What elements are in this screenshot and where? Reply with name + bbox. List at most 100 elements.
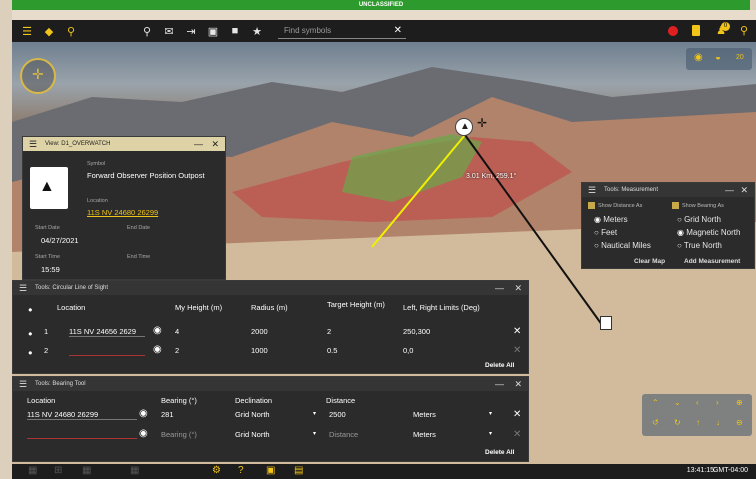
chevron-down-icon[interactable]: ▾ bbox=[313, 430, 316, 437]
units-select[interactable]: Meters bbox=[413, 410, 436, 419]
zoom-level: 20 bbox=[736, 54, 744, 61]
declination-select[interactable]: Grid North bbox=[235, 430, 270, 439]
distance-input[interactable]: Distance bbox=[329, 430, 358, 439]
target-symbol[interactable] bbox=[600, 316, 612, 330]
compass-rose[interactable]: ✛ bbox=[20, 58, 56, 94]
rotate-left-icon[interactable]: ↺ bbox=[652, 418, 659, 427]
menu-icon[interactable]: ☰ bbox=[19, 281, 27, 295]
close-icon[interactable]: ✕ bbox=[514, 377, 522, 391]
rotate-right-icon[interactable]: ↻ bbox=[674, 418, 681, 427]
location-input[interactable] bbox=[27, 438, 137, 439]
pin-icon[interactable]: ⚲ bbox=[136, 25, 158, 38]
status-bar: ▦ ⊞ ▦ ▦ ⚙ ? ▣ ▤ 13:41:15 GMT-04:00 bbox=[12, 464, 756, 479]
notebook-icon[interactable] bbox=[692, 25, 700, 36]
delete-row-icon[interactable]: ✕ bbox=[513, 429, 521, 440]
tilt-up-icon[interactable]: ⌃ bbox=[652, 398, 659, 407]
radio-true-north[interactable]: ○ True North bbox=[677, 239, 740, 252]
show-distance-checkbox[interactable]: Show Distance As bbox=[588, 202, 642, 209]
pick-location-icon[interactable]: ◉ bbox=[139, 428, 148, 439]
delete-row-icon[interactable]: ✕ bbox=[513, 326, 521, 337]
chevron-down-icon[interactable]: ▾ bbox=[489, 410, 492, 417]
bearing-input[interactable]: 281 bbox=[161, 410, 174, 419]
menu-icon[interactable]: ☰ bbox=[29, 137, 37, 151]
location-input[interactable] bbox=[69, 355, 145, 356]
pick-location-icon[interactable]: ◉ bbox=[153, 325, 162, 336]
minimize-icon[interactable]: — bbox=[495, 281, 504, 295]
distance-input[interactable]: 2500 bbox=[329, 410, 346, 419]
overlay-icon[interactable]: ◒ bbox=[715, 52, 721, 63]
delete-all-button[interactable]: Delete All bbox=[485, 449, 514, 456]
radius-value[interactable]: 1000 bbox=[251, 346, 268, 355]
pan-right-icon[interactable]: › bbox=[716, 398, 719, 407]
delete-row-icon[interactable]: ✕ bbox=[513, 409, 521, 420]
forward-observer-symbol[interactable]: ▲ bbox=[455, 118, 473, 136]
declination-select[interactable]: Grid North bbox=[235, 410, 270, 419]
message-icon[interactable]: ✉ bbox=[158, 25, 180, 38]
help-icon[interactable]: ? bbox=[238, 465, 244, 476]
clear-map-button[interactable]: Clear Map bbox=[634, 258, 665, 265]
pan-down-icon[interactable]: ↓ bbox=[716, 418, 720, 427]
radio-meters[interactable]: ◉ Meters bbox=[594, 213, 651, 226]
location-link[interactable]: 11S NV 24680 26299 bbox=[87, 208, 158, 217]
clipboard-icon[interactable]: ▣ bbox=[202, 25, 224, 38]
limits-value[interactable]: 250,300 bbox=[403, 327, 430, 336]
zoom-out-icon[interactable]: ⊖ bbox=[736, 418, 743, 427]
bearing-input[interactable]: Bearing (°) bbox=[161, 430, 197, 439]
route-icon[interactable]: ⇥ bbox=[180, 25, 202, 38]
minimize-icon[interactable]: — bbox=[725, 183, 734, 197]
chevron-down-icon[interactable]: ▾ bbox=[489, 430, 492, 437]
my-height-value[interactable]: 2 bbox=[175, 346, 179, 355]
limits-value[interactable]: 0,0 bbox=[403, 346, 413, 355]
radio-grid-north[interactable]: ○ Grid North bbox=[677, 213, 740, 226]
pick-location-icon[interactable]: ◉ bbox=[153, 344, 162, 355]
my-height-value[interactable]: 4 bbox=[175, 327, 179, 336]
view-panel: ☰ View: D1_OVERWATCH — ✕ ▲ Symbol Forwar… bbox=[22, 136, 226, 280]
grid-icon[interactable]: ▦ bbox=[28, 465, 37, 476]
menu-icon[interactable]: ☰ bbox=[19, 377, 27, 391]
search-icon[interactable]: ⚲ bbox=[740, 24, 748, 37]
chevron-down-icon[interactable]: ▾ bbox=[313, 410, 316, 417]
delete-all-button[interactable]: Delete All bbox=[485, 362, 514, 369]
radio-magnetic-north[interactable]: ◉ Magnetic North bbox=[677, 226, 740, 239]
settings-icon[interactable]: ⚙ bbox=[212, 465, 221, 476]
row-select-icon[interactable]: ● bbox=[28, 329, 33, 338]
add-measurement-button[interactable]: Add Measurement bbox=[684, 258, 740, 265]
location-input[interactable]: 11S NV 24656 2629 bbox=[69, 327, 145, 337]
locate-icon[interactable]: ◉ bbox=[694, 52, 703, 63]
close-icon[interactable]: ✕ bbox=[211, 137, 219, 151]
pan-left-icon[interactable]: ‹ bbox=[696, 398, 699, 407]
clipboard-icon[interactable]: ▤ bbox=[294, 465, 303, 476]
pick-location-icon[interactable]: ◉ bbox=[139, 408, 148, 419]
search-input[interactable]: Find symbols ✕ bbox=[278, 23, 406, 39]
radio-nautical-miles[interactable]: ○ Nautical Miles bbox=[594, 239, 651, 252]
target-height-value[interactable]: 0.5 bbox=[327, 346, 337, 355]
split-icon[interactable]: ▦ bbox=[130, 465, 139, 476]
minimize-icon[interactable]: — bbox=[495, 377, 504, 391]
zoom-in-icon[interactable]: ⊕ bbox=[736, 398, 743, 407]
radio-feet[interactable]: ○ Feet bbox=[594, 226, 651, 239]
layers-icon[interactable]: ◆ bbox=[38, 25, 60, 38]
units-select[interactable]: Meters bbox=[413, 430, 436, 439]
menu-icon[interactable]: ☰ bbox=[16, 25, 38, 38]
close-icon[interactable]: ✕ bbox=[740, 183, 748, 197]
row-select-icon[interactable]: ● bbox=[28, 348, 33, 357]
layout-icon[interactable]: ▦ bbox=[82, 465, 91, 476]
location-input[interactable]: 11S NV 24680 26299 bbox=[27, 410, 137, 420]
show-bearing-checkbox[interactable]: Show Bearing As bbox=[672, 202, 724, 209]
menu-icon[interactable]: ☰ bbox=[588, 183, 596, 197]
target-height-value[interactable]: 2 bbox=[327, 327, 331, 336]
tilt-down-icon[interactable]: ⌄ bbox=[674, 398, 681, 407]
pan-up-icon[interactable]: ↑ bbox=[696, 418, 700, 427]
radius-value[interactable]: 2000 bbox=[251, 327, 268, 336]
star-icon[interactable]: ★ bbox=[246, 25, 268, 38]
delete-row-icon[interactable]: ✕ bbox=[513, 345, 521, 356]
place-icon[interactable]: ⚲ bbox=[60, 25, 82, 38]
minimize-icon[interactable]: — bbox=[194, 137, 203, 151]
window-icon[interactable]: ▣ bbox=[266, 465, 275, 476]
close-icon[interactable]: ✕ bbox=[514, 281, 522, 295]
clear-search-icon[interactable]: ✕ bbox=[394, 23, 402, 39]
record-icon[interactable] bbox=[668, 26, 678, 36]
select-all-icon[interactable]: ● bbox=[28, 305, 33, 314]
network-icon[interactable]: ⊞ bbox=[54, 465, 62, 476]
folder-icon[interactable]: ■ bbox=[224, 25, 246, 37]
